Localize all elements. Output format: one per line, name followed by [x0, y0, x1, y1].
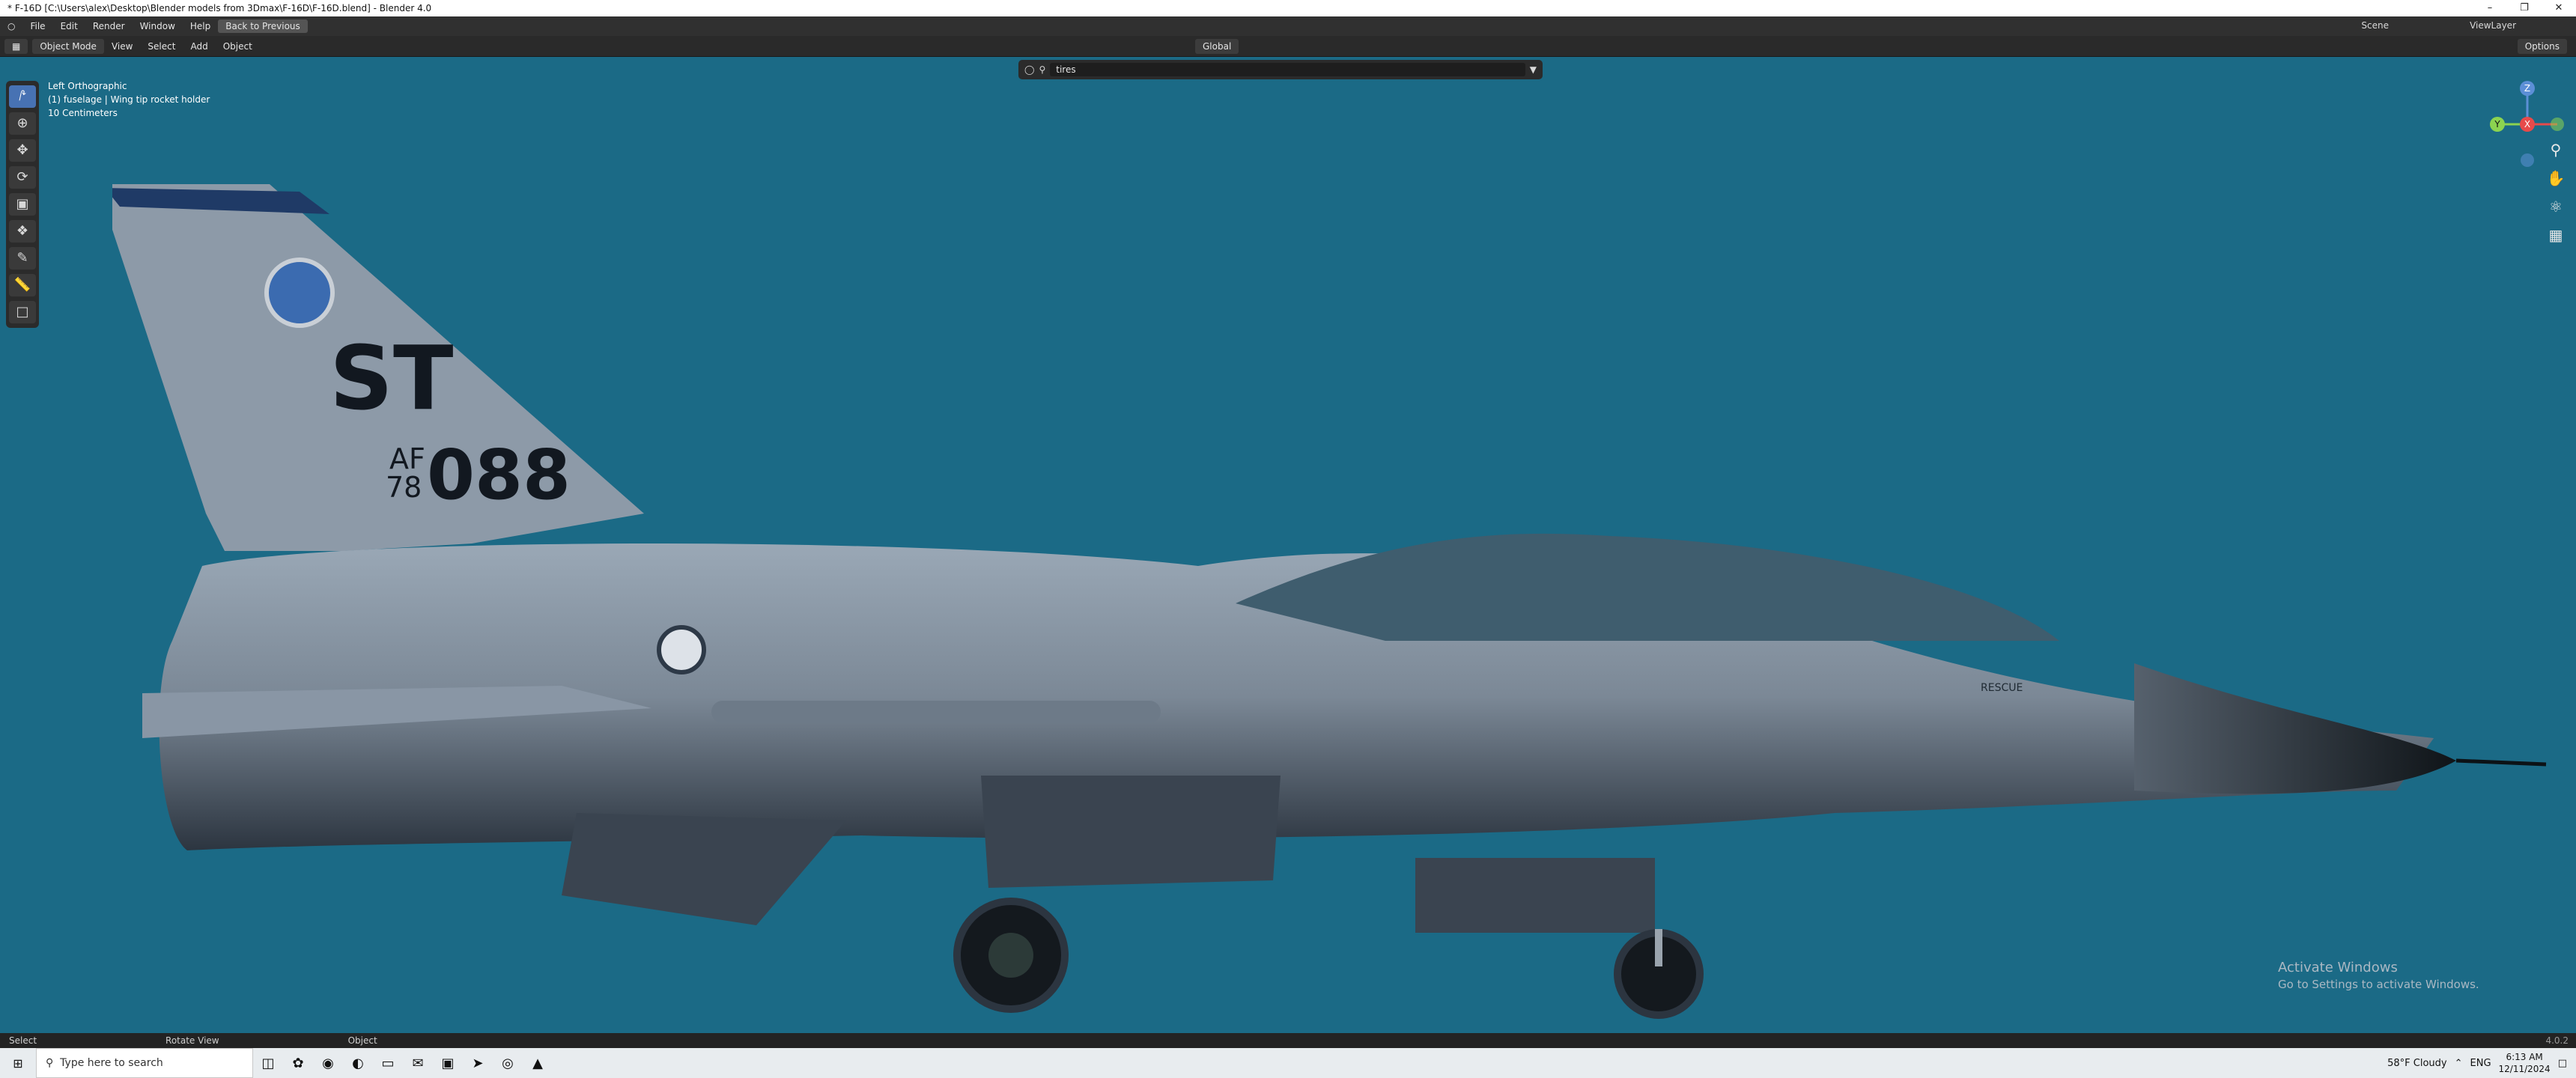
ventral-fin — [562, 813, 846, 925]
taskbar-search-placeholder: Type here to search — [60, 1057, 163, 1069]
orientation-dropdown[interactable]: Global — [1195, 39, 1239, 54]
blender-logo-icon[interactable]: ○ — [0, 21, 22, 31]
fuselage — [142, 533, 2547, 933]
tray-chevron-icon[interactable]: ⌃ — [2455, 1058, 2463, 1069]
status-bar: Select Rotate View Object 4.0.2 — [0, 1033, 2576, 1048]
search-input[interactable]: tires — [1050, 63, 1525, 76]
back-to-previous-button[interactable]: Back to Previous — [218, 19, 308, 33]
menu-file[interactable]: File — [22, 21, 52, 31]
clock-time: 6:13 AM — [2506, 1052, 2543, 1062]
cursor-icon[interactable]: ⊕ — [9, 112, 36, 135]
version-label: 4.0.2 — [2545, 1035, 2569, 1046]
activate-subtitle: Go to Settings to activate Windows. — [2278, 978, 2479, 991]
task-view-icon[interactable]: ◫ — [253, 1048, 283, 1078]
menu-window[interactable]: Window — [133, 21, 183, 31]
rotate-icon[interactable]: ⟳ — [9, 166, 36, 189]
funnel-icon[interactable]: ▼ — [1530, 64, 1537, 75]
select-box-icon[interactable]: ⭚ — [9, 85, 36, 108]
maximize-icon[interactable]: ❐ — [2507, 0, 2542, 16]
notification-icon[interactable]: □ — [2558, 1058, 2567, 1069]
menu-select[interactable]: Select — [140, 41, 183, 52]
roundel-icon — [657, 625, 706, 674]
minimize-icon[interactable]: – — [2473, 0, 2507, 16]
system-tray: 58°F Cloudy ⌃ ENG 6:13 AM 12/11/2024 □ — [2387, 1048, 2576, 1078]
close-icon[interactable]: ✕ — [2542, 0, 2576, 16]
3dsmax-icon[interactable]: ▲ — [523, 1048, 553, 1078]
filter-icon[interactable]: ◯ — [1024, 64, 1034, 75]
taskbar-search-box[interactable]: ⚲ Type here to search — [36, 1048, 253, 1078]
status-rotate: Rotate View — [165, 1035, 219, 1046]
grid-icon[interactable]: ▦ — [2543, 225, 2569, 246]
rescue-placard: RESCUE — [1981, 682, 2023, 694]
activate-windows-watermark: Activate Windows Go to Settings to activ… — [2278, 960, 2479, 993]
weather-text[interactable]: 58°F Cloudy — [2387, 1058, 2446, 1069]
scale-icon[interactable]: ▣ — [9, 193, 36, 216]
view-layer-selector[interactable]: ViewLayer — [2470, 20, 2516, 31]
telegram-icon[interactable]: ➤ — [463, 1048, 493, 1078]
menu-help[interactable]: Help — [183, 21, 218, 31]
wing-missile — [711, 701, 1161, 723]
copilot-icon[interactable]: ✿ — [283, 1048, 313, 1078]
fuel-tank — [981, 776, 1281, 888]
search-icon: ⚲ — [1039, 64, 1046, 75]
viewport-3d[interactable]: ◯ ⚲ tires ▼ Left Orthographic (1) fusela… — [0, 57, 2576, 1033]
clock-date: 12/11/2024 — [2498, 1064, 2551, 1074]
activate-title: Activate Windows — [2278, 960, 2398, 975]
tail-year: 78 — [386, 471, 422, 504]
windows-taskbar: ⊞ ⚲ Type here to search ◫ ✿ ◉ ◐ ▭ ✉ ▣ ➤ … — [0, 1048, 2576, 1078]
menu-view[interactable]: View — [104, 41, 140, 52]
viewport-nav-buttons: ⚲ ✋ ⚛ ▦ — [2543, 139, 2569, 246]
aircraft-model: ST AF 78 088 RESCUE — [112, 184, 2547, 1019]
chrome-icon[interactable]: ◉ — [313, 1048, 343, 1078]
zoom-icon[interactable]: ⚲ — [2543, 139, 2569, 160]
scene-selector[interactable]: Scene — [2361, 20, 2389, 31]
edge-icon[interactable]: ◐ — [343, 1048, 373, 1078]
add-cube-icon[interactable]: □ — [9, 301, 36, 323]
status-object: Object — [347, 1035, 377, 1046]
transform-icon[interactable]: ❖ — [9, 220, 36, 243]
blender-taskbar-icon[interactable]: ◎ — [493, 1048, 523, 1078]
annotate-icon[interactable]: ✎ — [9, 247, 36, 270]
svg-text:Y: Y — [2494, 119, 2500, 130]
taskbar-clock[interactable]: 6:13 AM 12/11/2024 — [2499, 1051, 2551, 1075]
menu-bar: ○ File Edit Render Window Help Back to P… — [0, 16, 2576, 36]
camera-icon[interactable]: ⚛ — [2543, 196, 2569, 217]
move-icon[interactable]: ✥ — [9, 139, 36, 162]
tail-unit-code: ST — [329, 326, 453, 430]
editor-type-dropdown[interactable]: ▦ — [4, 38, 28, 54]
window-title-bar: * F-16D [C:\Users\alex\Desktop\Blender m… — [0, 0, 2576, 16]
tool-shelf: ⭚ ⊕ ✥ ⟳ ▣ ❖ ✎ 📏 □ — [6, 81, 39, 328]
menu-edit[interactable]: Edit — [53, 21, 85, 31]
language-indicator[interactable]: ENG — [2470, 1058, 2491, 1069]
svg-text:X: X — [2524, 119, 2530, 130]
canopy — [1236, 533, 2059, 641]
fuel-tank-front — [1415, 858, 1655, 933]
view-name: Left Orthographic — [48, 81, 127, 91]
active-object: (1) fuselage | Wing tip rocket holder — [48, 94, 210, 105]
file-explorer-icon[interactable]: ▭ — [373, 1048, 403, 1078]
menu-render[interactable]: Render — [85, 21, 133, 31]
measure-icon[interactable]: 📏 — [9, 274, 36, 296]
viewport-header: ▦ Object Mode View Select Add Object Glo… — [0, 36, 2576, 57]
options-dropdown[interactable]: Options — [2517, 39, 2567, 54]
view-layer-name: ViewLayer — [2470, 20, 2516, 31]
taskbar-search-icon: ⚲ — [46, 1057, 61, 1069]
photoshop-icon[interactable]: ▣ — [433, 1048, 463, 1078]
pan-hand-icon[interactable]: ✋ — [2543, 168, 2569, 189]
viewport-info-overlay: Left Orthographic (1) fuselage | Wing ti… — [48, 79, 210, 120]
outlook-icon[interactable]: ✉ — [403, 1048, 433, 1078]
tail-serial: 088 — [427, 435, 571, 515]
window-title: * F-16D [C:\Users\alex\Desktop\Blender m… — [7, 3, 432, 13]
menu-object[interactable]: Object — [216, 41, 260, 52]
scene-name: Scene — [2361, 20, 2389, 31]
mode-dropdown[interactable]: Object Mode — [32, 38, 104, 54]
command-emblem-icon — [264, 258, 335, 328]
status-select: Select — [9, 1035, 37, 1046]
window-controls: – ❐ ✕ — [2473, 0, 2576, 16]
menu-add[interactable]: Add — [183, 41, 215, 52]
windows-start-icon[interactable]: ⊞ — [0, 1048, 36, 1078]
viewport-search-bar: ◯ ⚲ tires ▼ — [1018, 60, 1543, 79]
svg-text:Z: Z — [2524, 83, 2530, 94]
